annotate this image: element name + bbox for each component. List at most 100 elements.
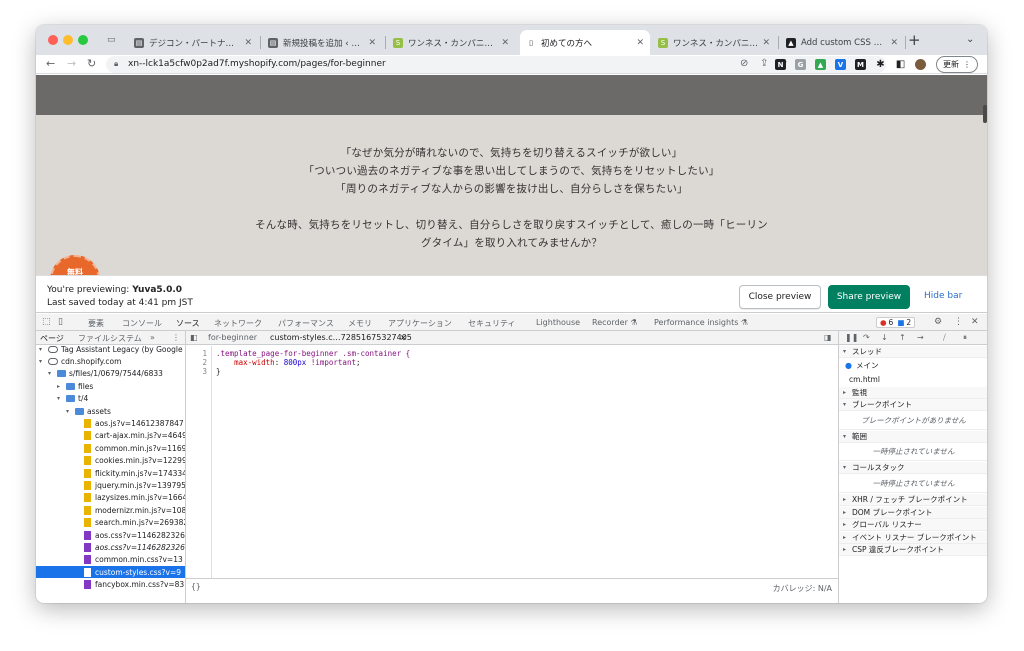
file-tree-item[interactable]: search.min.js?v=269382 bbox=[36, 517, 185, 529]
file-tree-item[interactable]: lazysizes.min.js?v=1664 bbox=[36, 492, 185, 504]
file-tree-item[interactable]: fancybox.min.css?v=83 bbox=[36, 579, 185, 591]
new-tab-button[interactable]: + bbox=[908, 31, 921, 49]
file-tree-item[interactable]: ▾ cdn.shopify.com bbox=[36, 355, 185, 367]
devtools-tab-elements[interactable]: 要素 bbox=[88, 318, 104, 329]
thread-item[interactable]: cm.html bbox=[839, 373, 987, 386]
address-bar[interactable]: 🔒︎ xn--lck1a5cfw0p2ad7f.myshopify.com/pa… bbox=[106, 56, 886, 73]
reader-icon[interactable]: ⊘ bbox=[740, 58, 748, 69]
close-icon[interactable]: ✕ bbox=[244, 38, 252, 48]
devtools-tab-network[interactable]: ネットワーク bbox=[214, 318, 262, 329]
tab-list-button[interactable]: ⌄ bbox=[966, 34, 974, 45]
file-tree-item[interactable]: common.min.css?v=13 bbox=[36, 554, 185, 566]
lock-icon[interactable]: 🔒︎ bbox=[114, 59, 118, 69]
debugger-section-header[interactable]: ▾ 範囲 bbox=[839, 430, 987, 443]
step-icon[interactable]: → bbox=[917, 333, 924, 342]
file-tree-item[interactable]: common.min.js?v=1169 bbox=[36, 442, 185, 454]
update-button[interactable]: 更新 ⋮ bbox=[936, 56, 978, 73]
step-into-icon[interactable]: ↓ bbox=[881, 333, 888, 342]
chevron-right-icon[interactable]: ▸ bbox=[57, 383, 66, 390]
debugger-section-header[interactable]: ▸ 監視 bbox=[839, 386, 987, 399]
close-icon[interactable]: ✕ bbox=[636, 38, 644, 48]
chevron-down-icon[interactable]: ▾ bbox=[39, 358, 48, 365]
v-extension-icon[interactable]: V bbox=[835, 59, 846, 70]
code-line-2[interactable]: max-width: 800px !important; bbox=[216, 358, 360, 367]
navigator-more-icon[interactable]: » bbox=[150, 333, 155, 342]
settings-gear-icon[interactable]: ⚙ bbox=[934, 317, 942, 327]
file-tree-item[interactable]: cart-ajax.min.js?v=4649 bbox=[36, 430, 185, 442]
chevron-down-icon[interactable]: ▾ bbox=[57, 395, 66, 402]
tab-4-active[interactable]: ▯ 初めての方へ ✕ bbox=[520, 30, 650, 55]
file-tree-item[interactable]: jquery.min.js?v=139795 bbox=[36, 479, 185, 491]
share-icon[interactable]: ⇪ bbox=[760, 58, 768, 69]
more-vertical-icon[interactable]: ⋮ bbox=[954, 317, 963, 327]
file-tree-item[interactable]: ▸ files bbox=[36, 380, 185, 392]
url-text[interactable]: xn--lck1a5cfw0p2ad7f.myshopify.com/pages… bbox=[128, 59, 386, 69]
file-tree-item[interactable]: ▾ s/files/1/0679/7544/6833 bbox=[36, 368, 185, 380]
debugger-section-header[interactable]: ▸ DOM ブレークポイント bbox=[839, 506, 987, 519]
thread-item[interactable]: ● メイン bbox=[839, 359, 987, 372]
deactivate-breakpoints-icon[interactable]: ⧸ bbox=[943, 333, 946, 343]
close-icon[interactable]: ✕ bbox=[762, 38, 770, 48]
devtools-tab-performance-insights[interactable]: Performance insights ⚗ bbox=[654, 318, 748, 327]
code-line-3[interactable]: } bbox=[216, 367, 221, 376]
drive-extension-icon[interactable]: ▲ bbox=[815, 59, 826, 70]
reload-icon[interactable]: ↻ bbox=[87, 57, 96, 70]
devtools-tab-lighthouse[interactable]: Lighthouse bbox=[536, 318, 580, 327]
debugger-section-header[interactable]: ▸ イベント リスナー ブレークポイント bbox=[839, 531, 987, 544]
tab-3[interactable]: S ワンネス・カンパニー - デ ✕ bbox=[387, 30, 515, 55]
debugger-section-header[interactable]: ▸ CSP 違反ブレークポイント bbox=[839, 544, 987, 557]
more-vertical-icon[interactable]: ⋮ bbox=[172, 333, 180, 342]
page-scrollbar[interactable] bbox=[983, 105, 987, 123]
file-tree-item[interactable]: flickity.min.js?v=174334 bbox=[36, 467, 185, 479]
tab-5[interactable]: S ワンネス・カンパニー - Ed ✕ bbox=[652, 30, 776, 55]
device-toolbar-icon[interactable]: ▯ bbox=[58, 317, 63, 327]
devtools-tab-security[interactable]: セキュリティ bbox=[468, 318, 516, 329]
sidebar-icon[interactable]: ◧ bbox=[895, 59, 906, 70]
tab-2[interactable]: ▤ 新規投稿を追加 ‹ デジット ✕ bbox=[262, 30, 382, 55]
inspect-element-icon[interactable]: ⬚ bbox=[42, 317, 51, 327]
share-preview-button[interactable]: Share preview bbox=[828, 285, 910, 309]
file-tree-item[interactable]: custom-styles.css?v=9 bbox=[36, 566, 185, 579]
editor-tab-custom-styles[interactable]: custom-styles.c…72851675327405 bbox=[270, 333, 412, 342]
file-tree-item[interactable]: aos.js?v=14612387847 bbox=[36, 417, 185, 429]
maximize-window-button[interactable] bbox=[78, 35, 88, 45]
profile-avatar[interactable] bbox=[915, 59, 926, 70]
close-icon[interactable]: ✕ bbox=[368, 38, 376, 48]
file-tree-item[interactable]: cookies.min.js?v=12299 bbox=[36, 455, 185, 467]
forward-arrow-icon[interactable]: → bbox=[67, 57, 76, 70]
pause-icon[interactable]: ❚❚ bbox=[845, 333, 858, 342]
toggle-debugger-icon[interactable]: ◨ bbox=[824, 333, 832, 342]
close-window-button[interactable] bbox=[48, 35, 58, 45]
step-out-icon[interactable]: ↑ bbox=[899, 333, 906, 342]
back-arrow-icon[interactable]: ← bbox=[46, 57, 55, 70]
close-icon[interactable]: ✕ bbox=[890, 38, 898, 48]
n-extension-icon[interactable]: N bbox=[775, 59, 786, 70]
close-devtools-icon[interactable]: ✕ bbox=[971, 317, 979, 327]
pretty-print-button[interactable]: {} bbox=[191, 582, 201, 591]
file-tree-item[interactable]: ▾ Tag Assistant Legacy (by Google bbox=[36, 343, 185, 355]
toggle-navigator-icon[interactable]: ◧ bbox=[190, 333, 198, 342]
m-extension-icon[interactable]: M bbox=[855, 59, 866, 70]
issues-counter[interactable]: ● 6 ■ 2 bbox=[876, 317, 916, 328]
close-icon[interactable]: × bbox=[400, 333, 407, 342]
devtools-tab-console[interactable]: コンソール bbox=[122, 318, 162, 329]
devtools-tab-application[interactable]: アプリケーション bbox=[388, 318, 452, 329]
debugger-section-header[interactable]: ▾ スレッド bbox=[839, 346, 987, 358]
close-preview-button[interactable]: Close preview bbox=[739, 285, 821, 309]
debugger-section-header[interactable]: ▸ グローバル リスナー bbox=[839, 519, 987, 532]
file-tree-item[interactable]: aos.css?v=1146282326 bbox=[36, 529, 185, 541]
debugger-section-header[interactable]: ▸ XHR / フェッチ ブレークポイント bbox=[839, 494, 987, 506]
puzzle-icon[interactable]: ✱ bbox=[875, 59, 886, 70]
file-tree-item[interactable]: ▾ t/4 bbox=[36, 393, 185, 405]
file-tree-item[interactable]: aos.css?v=1146282326 bbox=[36, 541, 185, 553]
devtools-tab-recorder[interactable]: Recorder ⚗ bbox=[592, 318, 638, 327]
chevron-down-icon[interactable]: ▾ bbox=[66, 408, 75, 415]
chevron-down-icon[interactable]: ▾ bbox=[48, 370, 57, 377]
tab-6[interactable]: ▲ Add custom CSS code ✕ bbox=[780, 30, 904, 55]
g-extension-icon[interactable]: G bbox=[795, 59, 806, 70]
code-line-1[interactable]: .template_page-for-beginner .sm-containe… bbox=[216, 349, 410, 358]
devtools-tab-performance[interactable]: パフォーマンス bbox=[278, 318, 334, 329]
close-icon[interactable]: ✕ bbox=[501, 38, 509, 48]
debugger-section-header[interactable]: ▾ ブレークポイント bbox=[839, 399, 987, 412]
tab-1[interactable]: ▤ デジコン・パートナー for ✕ bbox=[128, 30, 258, 55]
